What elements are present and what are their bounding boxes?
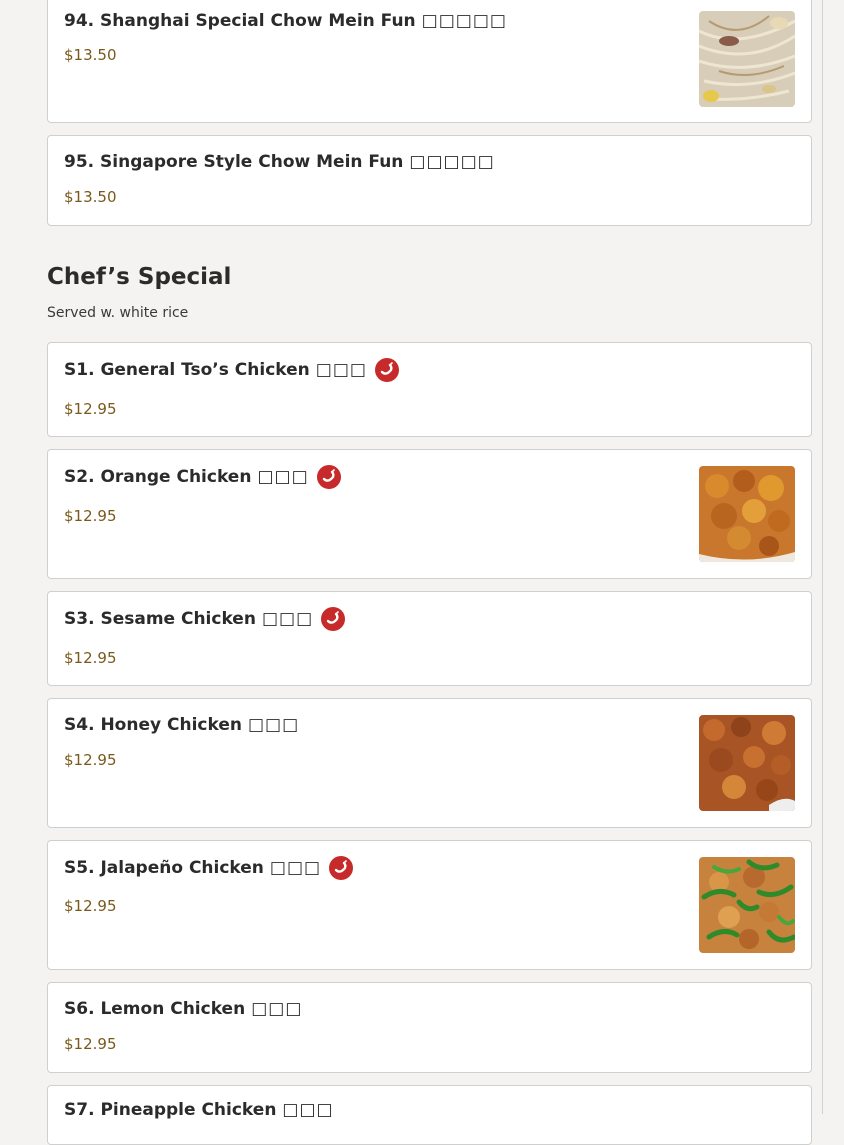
menu-item-chinese-name: □□□: [257, 467, 309, 487]
menu-item-card[interactable]: S1. General Tso’s Chicken □□□ $12.95: [47, 342, 812, 437]
menu-item-name: S6. Lemon Chicken: [64, 999, 246, 1019]
menu-item-chinese-name: □□□□□: [421, 11, 507, 31]
menu-item-card[interactable]: S2. Orange Chicken □□□ $12.95: [47, 449, 812, 579]
section-subtitle: Served w. white rice: [47, 305, 189, 321]
chili-pepper-icon: [316, 465, 341, 489]
chili-pepper-icon: [329, 856, 354, 880]
menu-item-chinese-name: □□□: [315, 360, 367, 380]
menu-item-chinese-name: □□□: [247, 715, 300, 735]
menu-item-chinese-name: □□□: [261, 609, 314, 629]
menu-item-card[interactable]: S4. Honey Chicken □□□ $12.95: [47, 698, 812, 828]
menu-item-card[interactable]: S5. Jalapeño Chicken □□□ $12.95: [47, 840, 812, 970]
chili-pepper-icon: [374, 358, 399, 382]
menu-item-chinese-name: □□□: [269, 858, 322, 878]
menu-item-price: $12.95: [64, 751, 117, 769]
chili-pepper-icon: [321, 607, 346, 631]
menu-item-price: $12.95: [64, 1035, 117, 1053]
menu-item-chinese-name: □□□: [282, 1100, 334, 1120]
menu-page: 94. Shanghai Special Chow Mein Fun □□□□□…: [0, 0, 823, 1145]
menu-item-chinese-name: □□□□□: [409, 152, 495, 172]
menu-item-price: $12.95: [64, 897, 117, 915]
menu-item-name: S1. General Tso’s Chicken: [64, 360, 310, 380]
menu-item-card[interactable]: S7. Pineapple Chicken □□□: [47, 1085, 812, 1145]
menu-item-price: $12.95: [64, 649, 117, 667]
menu-item-photo[interactable]: [699, 857, 795, 953]
menu-item-name: 95. Singapore Style Chow Mein Fun: [64, 152, 404, 172]
menu-item-card[interactable]: 95. Singapore Style Chow Mein Fun □□□□□ …: [47, 135, 812, 226]
menu-item-card[interactable]: 94. Shanghai Special Chow Mein Fun □□□□□…: [47, 0, 812, 123]
menu-item-name: S3. Sesame Chicken: [64, 609, 256, 629]
menu-item-card[interactable]: S6. Lemon Chicken □□□ $12.95: [47, 982, 812, 1073]
menu-item-price: $12.95: [64, 507, 117, 525]
menu-item-price: $13.50: [64, 188, 117, 206]
menu-item-name: S7. Pineapple Chicken: [64, 1100, 277, 1120]
section-title: Chef’s Special: [47, 264, 232, 290]
menu-item-photo[interactable]: [699, 11, 795, 107]
menu-item-card[interactable]: S3. Sesame Chicken □□□ $12.95: [47, 591, 812, 686]
menu-item-photo[interactable]: [699, 715, 795, 811]
menu-item-price: $13.50: [64, 46, 117, 64]
menu-item-name: S4. Honey Chicken: [64, 715, 242, 735]
menu-item-chinese-name: □□□: [251, 999, 303, 1019]
menu-item-name: S2. Orange Chicken: [64, 467, 252, 487]
menu-item-name: S5. Jalapeño Chicken: [64, 858, 264, 878]
menu-item-name: 94. Shanghai Special Chow Mein Fun: [64, 11, 416, 31]
menu-item-price: $12.95: [64, 400, 117, 418]
menu-item-photo[interactable]: [699, 466, 795, 562]
